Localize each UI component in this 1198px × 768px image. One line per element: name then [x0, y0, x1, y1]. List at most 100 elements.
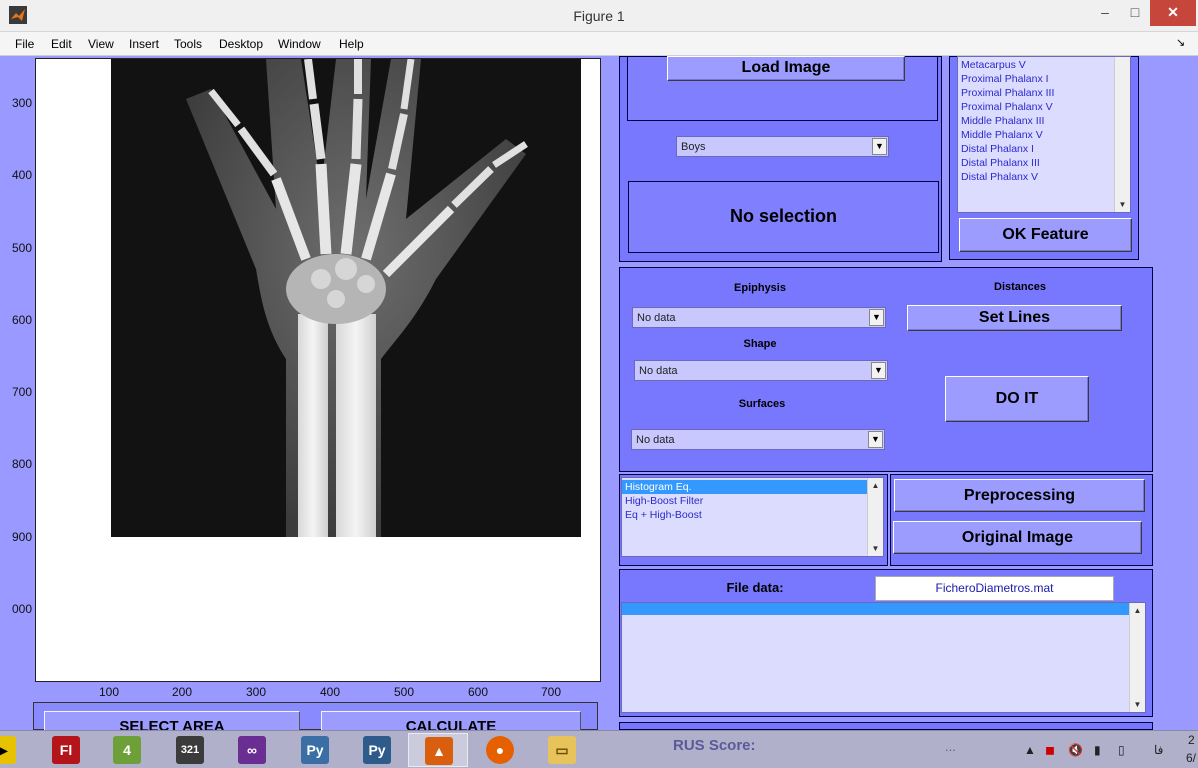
epiphysis-select[interactable]: No data ▼: [632, 307, 886, 328]
taskbar: ▶ Fl 4 321 ∞ Py Py ▲ ● ▭ RUS Score: ... …: [0, 730, 1198, 768]
shape-select-value: No data: [639, 365, 678, 377]
network-signal-icon[interactable]: ▮: [1094, 743, 1101, 757]
battery-icon[interactable]: ▯: [1118, 743, 1125, 757]
y-tick-label: 300: [11, 96, 32, 110]
bone-list-items: Metacarpus V Proximal Phalanx I Proximal P…: [958, 57, 1130, 184]
chevron-down-icon: ▼: [869, 309, 884, 326]
bone-list-item[interactable]: Proximal Phalanx I: [958, 72, 1130, 86]
visual-studio-icon[interactable]: ∞: [222, 733, 282, 767]
firefox-icon[interactable]: ●: [470, 733, 530, 767]
preprocess-option[interactable]: Eq + High-Boost: [622, 508, 867, 522]
bone-list-item[interactable]: Distal Phalanx III: [958, 156, 1130, 170]
file-data-scrollbar[interactable]: ▲ ▼: [1129, 603, 1145, 712]
action-button-panel: SELECT AREA CALCULATE: [33, 702, 598, 731]
bone-list-item[interactable]: Metacarpus V: [958, 58, 1130, 72]
preprocess-options-list[interactable]: Histogram Eq. High-Boost Filter Eq + High-…: [621, 477, 884, 557]
bone-list-item[interactable]: Middle Phalanx III: [958, 114, 1130, 128]
y-tick-label: 700: [11, 385, 32, 399]
dock-arrow-icon[interactable]: ↘: [1176, 36, 1185, 49]
bone-list-item[interactable]: Distal Phalanx I: [958, 142, 1130, 156]
selection-status-box: No selection: [628, 181, 939, 253]
preprocess-list-items: Histogram Eq. High-Boost Filter Eq + High-…: [622, 478, 883, 522]
menu-bar: File Edit View Insert Tools Desktop Wind…: [0, 32, 1198, 56]
load-image-button[interactable]: Load Image: [667, 56, 905, 81]
calculate-button[interactable]: CALCULATE: [321, 711, 581, 731]
menu-tools[interactable]: Tools: [174, 37, 202, 51]
file-data-selected-row[interactable]: [622, 603, 1145, 615]
volume-muted-icon[interactable]: 🔇: [1068, 743, 1083, 757]
input-language[interactable]: فا: [1154, 743, 1163, 757]
file-explorer-icon[interactable]: ▭: [532, 733, 592, 767]
title-bar: Figure 1 – □ ✕: [0, 0, 1198, 32]
epiphysis-select-value: No data: [637, 312, 676, 324]
file-data-list[interactable]: ▲ ▼: [621, 602, 1146, 713]
y-tick-label: 000: [11, 602, 32, 616]
matlab-icon[interactable]: ▲: [408, 733, 468, 767]
scroll-up-icon[interactable]: ▲: [868, 478, 883, 493]
python-idle-icon[interactable]: Py: [347, 733, 407, 767]
menu-insert[interactable]: Insert: [129, 37, 159, 51]
close-button[interactable]: ✕: [1150, 0, 1196, 26]
menu-edit[interactable]: Edit: [51, 37, 72, 51]
tray-expand-icon[interactable]: ▲: [1024, 743, 1036, 757]
filename-field[interactable]: FicheroDiametros.mat: [875, 576, 1114, 601]
menu-help[interactable]: Help: [339, 37, 364, 51]
shape-select[interactable]: No data ▼: [634, 360, 888, 381]
clock-date[interactable]: 6/: [1186, 751, 1196, 765]
scroll-down-icon[interactable]: ▼: [1130, 697, 1145, 712]
original-image-button[interactable]: Original Image: [893, 521, 1142, 554]
bone-list-item[interactable]: Distal Phalanx V: [958, 170, 1130, 184]
do-it-button[interactable]: DO IT: [945, 376, 1089, 422]
minimize-button[interactable]: –: [1090, 0, 1120, 26]
menu-file[interactable]: File: [15, 37, 34, 51]
select-area-button[interactable]: SELECT AREA: [44, 711, 300, 731]
distances-label: Distances: [994, 281, 1046, 293]
bone-list-item[interactable]: Proximal Phalanx V: [958, 100, 1130, 114]
preprocess-option[interactable]: High-Boost Filter: [622, 494, 867, 508]
xray-image[interactable]: [35, 58, 601, 682]
rus-score-value: ...: [945, 739, 956, 754]
y-tick-label: 800: [11, 457, 32, 471]
y-tick-label: 400: [11, 168, 32, 182]
y-tick-label: 500: [11, 241, 32, 255]
y-tick-label: 900: [11, 530, 32, 544]
scroll-up-icon[interactable]: ▲: [1130, 603, 1145, 618]
menu-window[interactable]: Window: [278, 37, 321, 51]
bone-feature-list[interactable]: Metacarpus V Proximal Phalanx I Proximal P…: [957, 56, 1131, 213]
epiphysis-label: Epiphysis: [734, 282, 786, 294]
set-lines-button[interactable]: Set Lines: [907, 305, 1122, 331]
x-tick-label: 200: [171, 685, 193, 699]
scroll-down-icon[interactable]: ▼: [1115, 197, 1130, 212]
x-tick-label: 400: [319, 685, 341, 699]
gender-select[interactable]: Boys ▼: [676, 136, 889, 157]
chevron-down-icon: ▼: [872, 138, 887, 155]
preprocess-option[interactable]: Histogram Eq.: [622, 480, 867, 494]
bone-list-item[interactable]: Middle Phalanx V: [958, 128, 1130, 142]
preprocessing-button[interactable]: Preprocessing: [894, 479, 1145, 512]
x-tick-label: 600: [467, 685, 489, 699]
y-tick-label: 600: [11, 313, 32, 327]
flash-icon[interactable]: Fl: [36, 733, 96, 767]
clock-time[interactable]: 2: [1188, 733, 1195, 747]
media-player-icon[interactable]: 321: [160, 733, 220, 767]
x-tick-label: 700: [540, 685, 562, 699]
figure-workspace: 300 400 500 600 700 800 900 000 100 200 …: [0, 56, 1198, 731]
x-tick-label: 500: [393, 685, 415, 699]
preprocess-list-scrollbar[interactable]: ▲ ▼: [867, 478, 883, 556]
antivirus-icon[interactable]: ◼: [1045, 743, 1055, 757]
window-title: Figure 1: [573, 8, 625, 24]
surfaces-select[interactable]: No data ▼: [631, 429, 885, 450]
mathematica-icon[interactable]: 4: [97, 733, 157, 767]
surfaces-select-value: No data: [636, 434, 675, 446]
scroll-down-icon[interactable]: ▼: [868, 541, 883, 556]
ok-feature-button[interactable]: OK Feature: [959, 218, 1132, 252]
bone-list-item[interactable]: Proximal Phalanx III: [958, 86, 1130, 100]
gender-select-value: Boys: [681, 141, 706, 153]
bone-list-scrollbar[interactable]: ▼: [1114, 57, 1130, 212]
menu-desktop[interactable]: Desktop: [219, 37, 263, 51]
python-icon[interactable]: Py: [285, 733, 345, 767]
labview-icon[interactable]: ▶: [0, 733, 32, 767]
menu-view[interactable]: View: [88, 37, 114, 51]
maximize-button[interactable]: □: [1120, 0, 1150, 26]
chevron-down-icon: ▼: [871, 362, 886, 379]
